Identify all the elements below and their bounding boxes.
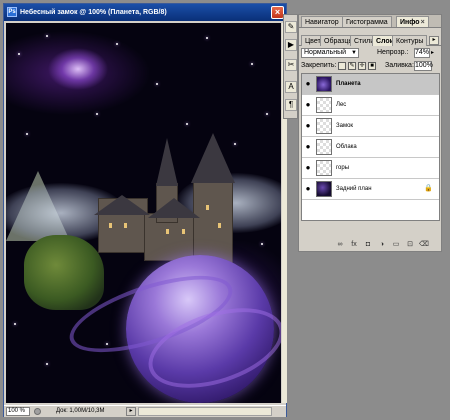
lock-position-icon[interactable]: ✛ [358,62,366,70]
layers-palette: Навигатор Гистограмма Инфо× Цвет Образцы… [298,14,442,252]
trash-icon[interactable]: ⌫ [419,240,429,250]
adjustment-icon[interactable]: ◑ [377,240,387,250]
image-canvas[interactable] [6,23,281,403]
text-icon[interactable]: A [285,81,297,93]
palette-tabs: Цвет Образцы Стили Слои Контуры ▸ [299,34,441,46]
layer-thumbnail [316,97,332,113]
link-icon[interactable]: ∞ [335,240,345,250]
mask-icon[interactable]: ◘ [363,240,373,250]
palette-menu-icon[interactable]: ▸ [429,36,439,45]
opacity-arrow-icon[interactable]: ▸ [431,47,434,59]
tab-navigator[interactable]: Навигатор [301,16,343,27]
layer-thumbnail [316,118,332,134]
horizontal-scrollbar[interactable] [138,407,272,416]
document-window: Ps Небесный замок @ 100% (Планета, RGB/8… [3,3,287,417]
status-icon[interactable] [34,408,41,415]
eye-icon[interactable]: ● [304,122,312,130]
lock-pixels-icon[interactable]: ✎ [348,62,356,70]
layer-name: Облака [336,144,357,150]
layer-thumbnail [316,181,332,197]
layer-row[interactable]: ● Планета [302,74,439,95]
status-menu-arrow-icon[interactable]: ▸ [126,407,136,416]
tab-histogram[interactable]: Гистограмма [342,16,392,27]
new-layer-icon[interactable]: ⊡ [405,240,415,250]
layer-thumbnail [316,139,332,155]
tools-icon[interactable]: ✂ [285,59,297,71]
lock-row: Закрепить: ✎ ✛ ■ Заливка: 100% [301,60,441,72]
layer-name: Задний план [336,186,372,192]
layers-list: ● Планета ● Лес ● Замок ● Облака ● горы … [301,73,440,221]
eye-icon[interactable]: ● [304,80,312,88]
layer-name: Лес [336,102,347,108]
layer-row[interactable]: ● Замок [302,116,439,137]
opacity-label: Непрозр.: [377,49,409,56]
fill-input[interactable]: 100% [414,61,433,71]
layer-row[interactable]: ● Лес [302,95,439,116]
folder-icon[interactable]: ▭ [391,240,401,250]
layer-name: горы [336,165,350,171]
status-bar: 100 % Док: 1,00M/10,3M ▸ [4,405,286,417]
paragraph-icon[interactable]: ¶ [285,99,297,111]
zoom-field[interactable]: 100 % [6,407,30,416]
photoshop-icon: Ps [7,7,17,17]
lock-label: Закрепить: [301,62,337,69]
layer-row[interactable]: ● горы [302,158,439,179]
document-titlebar[interactable]: Ps Небесный замок @ 100% (Планета, RGB/8… [4,4,286,21]
blend-row: Нормальный ▼ Непрозр.: 74% ▸ [301,47,441,59]
tab-info[interactable]: Инфо× [396,16,429,27]
layers-bottom-toolbar: ∞ fx ◘ ◑ ▭ ⊡ ⌫ [329,239,439,251]
layer-thumbnail [316,76,332,92]
document-info: Док: 1,00M/10,3M [56,408,105,414]
eye-icon[interactable]: ● [304,101,312,109]
lock-transparency-icon[interactable] [338,62,346,70]
eye-icon[interactable]: ● [304,143,312,151]
eye-icon[interactable]: ● [304,185,312,193]
opacity-input[interactable]: 74% [414,48,430,58]
document-title: Небесный замок @ 100% (Планета, RGB/8) [20,9,167,16]
lock-all-icon[interactable]: ■ [368,62,376,70]
layer-thumbnail [316,160,332,176]
tab-paths[interactable]: Контуры [392,35,428,46]
fill-label: Заливка: [385,62,414,69]
palette-tabs-top: Навигатор Гистограмма Инфо× [299,15,441,28]
blend-mode-select[interactable]: Нормальный ▼ [301,48,359,58]
chevron-down-icon: ▼ [351,50,357,56]
tab-info-label: Инфо [400,19,420,26]
layer-row[interactable]: ● Облака [302,137,439,158]
layer-row[interactable]: ● Задний план 🔒 [302,179,439,200]
forest [24,235,104,310]
layer-name: Замок [336,123,354,129]
palette-dock-strip: ✎ ▶ ✂ A ¶ [283,14,298,119]
layer-name: Планета [336,81,361,87]
fx-icon[interactable]: fx [349,240,359,250]
history-brush-icon[interactable]: ✎ [285,21,297,33]
play-icon[interactable]: ▶ [285,39,297,51]
close-icon[interactable]: × [421,19,425,26]
blend-mode-value: Нормальный [304,49,347,56]
lock-icon: 🔒 [424,185,433,192]
eye-icon[interactable]: ● [304,164,312,172]
